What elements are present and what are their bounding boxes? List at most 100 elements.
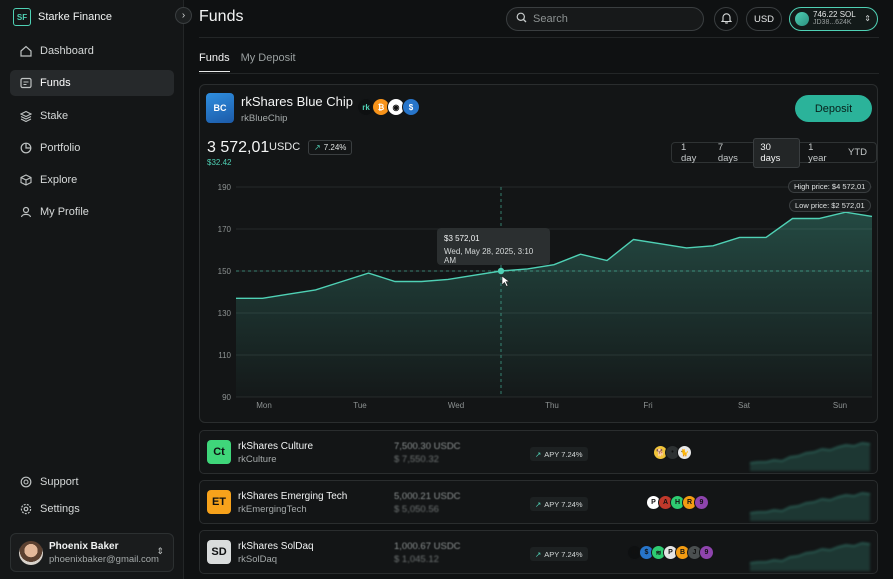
x-tick-label: Fri: [643, 401, 653, 409]
popcat-icon: 🐈: [677, 445, 692, 460]
apy-badge: ↗ APY 7.24%: [530, 497, 588, 511]
tab-bar: Funds My Deposit: [199, 52, 296, 72]
deposit-button[interactable]: Deposit: [795, 95, 872, 122]
fund-value: 7,500.30 USDC: [394, 441, 461, 452]
wallet-button[interactable]: 746.22 SOL JD38...624K ⇕: [789, 7, 878, 31]
time-range-selector: 1 day 7 days 30 days 1 year YTD: [671, 137, 877, 168]
fund-ticker: rkSolDaq: [238, 554, 278, 565]
sidebar-item-dashboard[interactable]: Dashboard: [10, 38, 174, 64]
fund-logo: Ct: [207, 440, 231, 464]
apy-value: APY 7.24%: [544, 499, 583, 509]
sparkline-area: [750, 543, 870, 571]
fund-row-soldaq[interactable]: SD rkShares SolDaq rkSolDaq 1,000.67 USD…: [199, 530, 878, 574]
fund-value: 1,000.67 USDC: [394, 541, 461, 552]
sidebar-item-label: Support: [40, 476, 79, 488]
sidebar-item-explore[interactable]: Explore: [10, 167, 174, 193]
sparkline: [750, 442, 871, 471]
sidebar-item-my-profile[interactable]: My Profile: [10, 199, 174, 225]
page-title: Funds: [199, 8, 244, 25]
arrow-up-right-icon: ↗: [535, 549, 542, 559]
fund-detail-card: BC rkShares Blue Chip rkBlueChip rk ₿ ◉ $ D…: [199, 84, 878, 423]
fund-logo: ET: [207, 490, 231, 514]
sparkline: [750, 492, 871, 521]
stake-icon: [19, 109, 32, 122]
fund-asset-list: 🐕 • 🐈: [653, 445, 692, 460]
tooltip-date: Wed, May 28, 2025, 3:10 AM: [444, 247, 534, 265]
tab-my-deposit[interactable]: My Deposit: [241, 52, 296, 72]
fund-ticker: rkBlueChip: [241, 113, 288, 124]
fund-name: rkShares Blue Chip: [241, 94, 353, 109]
nos-icon: 9: [699, 545, 714, 560]
search-icon: [516, 12, 527, 26]
sidebar-item-label: My Profile: [40, 206, 89, 219]
y-tick-label: 90: [222, 393, 231, 402]
sidebar-item-label: Settings: [40, 503, 80, 515]
apy-badge: ↗ APY 7.24%: [530, 547, 588, 561]
chevron-updown-icon: ⇕: [156, 546, 164, 556]
sidebar-item-label: Explore: [40, 174, 78, 187]
sidebar-item-label: Stake: [40, 109, 69, 122]
wallet-avatar: [795, 12, 809, 26]
explore-icon: [19, 174, 32, 187]
notifications-button[interactable]: [714, 7, 738, 31]
collapse-sidebar-button[interactable]: ›: [175, 7, 192, 24]
range-1-year[interactable]: 1 year: [802, 139, 840, 167]
sidebar-item-settings[interactable]: Settings: [10, 496, 174, 522]
sidebar-item-funds[interactable]: Funds: [10, 70, 174, 97]
sidebar-item-support[interactable]: Support: [10, 469, 174, 495]
y-tick-label: 190: [218, 183, 232, 192]
wallet-address: JD38...624K: [813, 19, 852, 26]
chevron-right-icon: ›: [181, 10, 186, 21]
sidebar: SF Starke Finance Dashboard Funds Stake …: [0, 0, 184, 579]
user-menu[interactable]: Phoenix Baker phoenixbaker@gmail.com ⇕: [10, 533, 174, 572]
y-tick-label: 110: [218, 351, 231, 360]
fund-value-usd: $ 5,050.56: [394, 504, 439, 515]
currency-selector[interactable]: USD: [746, 7, 782, 31]
fund-asset-list: rk $ ≋ P B J 9: [627, 545, 714, 560]
chevron-updown-icon: ⇕: [864, 14, 871, 23]
range-30-days[interactable]: 30 days: [753, 137, 801, 168]
x-tick-label: Thu: [545, 401, 559, 409]
fund-value-usd: $ 7,550.32: [394, 454, 439, 465]
fund-name: rkShares Emerging Tech: [238, 491, 348, 502]
fund-price-currency: USDC: [269, 141, 301, 153]
search-box[interactable]: [506, 7, 704, 31]
fund-name: rkShares Culture: [238, 441, 314, 452]
search-input[interactable]: [533, 13, 693, 25]
arrow-up-right-icon: ↗: [535, 499, 542, 509]
portfolio-icon: [19, 141, 32, 154]
low-price-label: Low price: $2 572,01: [789, 199, 871, 212]
arrow-up-right-icon: ↗: [314, 143, 321, 152]
chart-tooltip: $3 572,01 Wed, May 28, 2025, 3:10 AM: [437, 228, 550, 265]
brand[interactable]: SF Starke Finance: [13, 8, 112, 26]
sidebar-item-label: Dashboard: [40, 45, 94, 57]
change-value: 7.24%: [323, 143, 347, 152]
range-1-day[interactable]: 1 day: [675, 139, 710, 167]
dashboard-icon: [19, 45, 32, 58]
nosana-icon: 9: [694, 495, 709, 510]
support-icon: [19, 476, 32, 489]
tab-funds[interactable]: Funds: [199, 52, 230, 72]
fund-row-culture[interactable]: Ct rkShares Culture rkCulture 7,500.30 U…: [199, 430, 878, 474]
x-tick-label: Tue: [353, 401, 367, 409]
range-7-days[interactable]: 7 days: [712, 139, 752, 167]
hover-point: [497, 267, 505, 275]
fund-logo: SD: [207, 540, 231, 564]
fund-value-usd: $ 1,045.12: [394, 554, 439, 565]
sidebar-item-portfolio[interactable]: Portfolio: [10, 135, 174, 161]
bell-icon: [720, 12, 732, 27]
range-ytd[interactable]: YTD: [842, 144, 873, 161]
high-price-label: High price: $4 572,01: [788, 180, 872, 193]
area-fill: [236, 212, 872, 397]
tooltip-price: $3 572,01: [444, 234, 480, 243]
change-badge: ↗ 7.24%: [308, 140, 353, 155]
fund-ticker: rkEmergingTech: [238, 504, 307, 515]
sparkline-area: [750, 443, 870, 471]
funds-icon: [19, 77, 32, 90]
y-tick-label: 170: [218, 225, 232, 234]
usdc-icon: $: [402, 98, 420, 116]
fund-asset-list: PAHR9: [646, 495, 709, 510]
price-chart[interactable]: 90 110 130 150 170 190 Mon Tue Wed Thu Fri Sat Sun: [200, 179, 879, 409]
sidebar-item-stake[interactable]: Stake: [10, 103, 174, 129]
fund-row-emerging-tech[interactable]: ET rkShares Emerging Tech rkEmergingTech…: [199, 480, 878, 524]
